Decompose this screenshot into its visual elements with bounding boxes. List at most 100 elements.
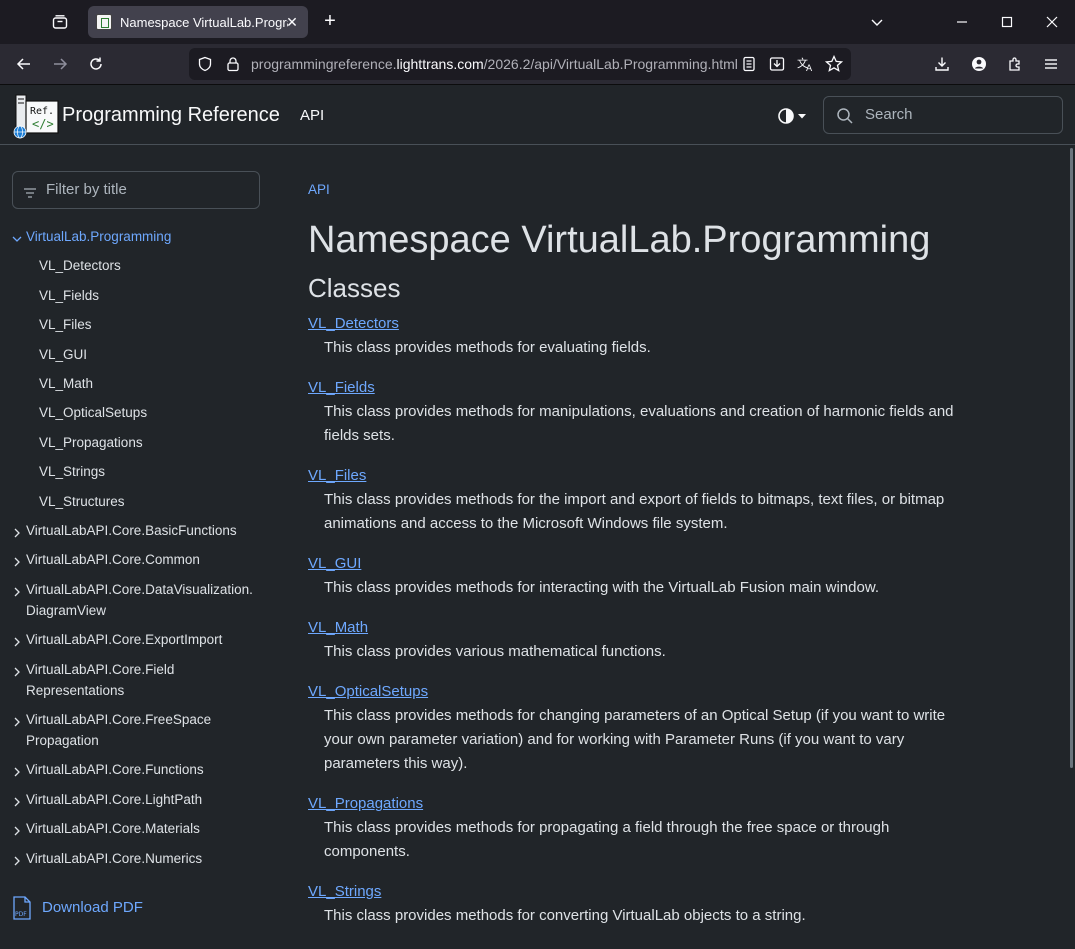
favicon-icon [96,14,112,30]
toc-child-item[interactable]: VL_GUI [39,344,87,365]
minimize-icon[interactable] [950,10,974,34]
class-description: This class provides methods for changing… [324,707,946,772]
download-pdf-link[interactable]: PDF Download PDF [12,896,143,920]
chevron-right-icon[interactable] [12,664,22,677]
toc-item-virtuallab-programming[interactable]: VirtualLab.Programming [26,226,171,247]
svg-text:</>: </> [32,117,54,131]
toc-namespace-item-cont[interactable]: DiagramView [26,600,106,621]
close-tab-icon[interactable]: ✕ [284,14,300,30]
chevron-right-icon[interactable] [12,554,22,567]
filter-input[interactable]: Filter by title [12,171,260,209]
class-link-vl-opticalsetups[interactable]: VL_OpticalSetups [308,683,428,700]
toc-child-item[interactable]: VL_Fields [39,285,99,306]
shield-icon[interactable] [197,56,213,77]
svg-text:PDF: PDF [15,911,27,918]
chevron-right-icon[interactable] [12,714,22,727]
toc-namespace-item[interactable]: VirtualLabAPI.Core.LightPath [26,789,202,810]
close-window-icon[interactable] [1040,10,1064,34]
class-link-vl-propagations[interactable]: VL_Propagations [308,795,423,812]
browser-nav-bar: programmingreference.lighttrans.com/2026… [0,44,1075,85]
toc-child-item[interactable]: VL_Detectors [39,255,121,276]
save-page-icon[interactable] [769,56,785,77]
extensions-icon[interactable] [1003,52,1027,76]
class-description: This class provides methods for interact… [324,579,879,596]
toc-child-item[interactable]: VL_Strings [39,461,105,482]
translate-icon[interactable]: 文A [797,56,815,77]
reader-view-icon[interactable] [741,56,757,77]
chevron-right-icon[interactable] [12,584,22,597]
toc-child-item[interactable]: VL_Files [39,314,92,335]
sidebar-toc: Filter by title VirtualLab.Programming V… [0,146,280,949]
downloads-icon[interactable] [930,52,954,76]
class-description: This class provides methods for converti… [324,907,806,924]
class-link-vl-files[interactable]: VL_Files [308,467,366,484]
toc-namespace-item-cont[interactable]: Representations [26,680,124,701]
download-pdf-label[interactable]: Download PDF [42,899,143,916]
class-description: This class provides methods for the impo… [324,491,945,532]
toc-namespace-item[interactable]: VirtualLabAPI.Core.Common [26,549,200,570]
class-link-vl-gui[interactable]: VL_GUI [308,555,361,572]
site-logo[interactable]: Ref. </> [12,91,60,139]
menu-icon[interactable] [1039,52,1063,76]
forward-arrow-icon[interactable] [48,52,72,76]
toc-namespace-item[interactable]: VirtualLabAPI.Core.Field [26,659,174,680]
chevron-right-icon[interactable] [12,634,22,647]
toc-namespace-item[interactable]: VirtualLabAPI.Core.Materials [26,818,200,839]
tab-title: Namespace VirtualLab.Programming [120,14,288,30]
filter-placeholder: Filter by title [46,181,127,198]
filter-icon [24,185,36,203]
url-bar[interactable]: programmingreference.lighttrans.com/2026… [189,48,851,80]
chevron-right-icon[interactable] [12,525,22,538]
toc-namespace-item[interactable]: VirtualLabAPI.Core.Numerics [26,848,202,869]
breadcrumb-api[interactable]: API [308,182,330,197]
bookmark-star-icon[interactable] [824,54,844,78]
nav-link-api[interactable]: API [300,107,324,124]
svg-text:A: A [806,64,813,72]
maximize-icon[interactable] [995,10,1019,34]
chevron-right-icon[interactable] [12,823,22,836]
lock-icon[interactable] [225,56,241,77]
section-heading-classes: Classes [308,273,401,303]
toc-child-item[interactable]: VL_OpticalSetups [39,402,147,423]
class-link-vl-math[interactable]: VL_Math [308,619,368,636]
back-arrow-icon[interactable] [12,52,36,76]
toc-child-item[interactable]: VL_Structures [39,491,125,512]
toc-namespace-item[interactable]: VirtualLabAPI.Core.FreeSpace [26,709,211,730]
half-circle-icon [778,108,794,124]
reload-icon[interactable] [84,52,108,76]
url-text[interactable]: programmingreference.lighttrans.com/2026… [251,56,738,72]
search-icon [836,107,854,130]
account-icon[interactable] [967,52,991,76]
class-description: This class provides methods for manipula… [324,403,954,444]
class-link-vl-detectors[interactable]: VL_Detectors [308,315,399,332]
chevron-down-icon[interactable] [12,231,22,242]
class-description: This class provides various mathematical… [324,643,666,660]
chevron-right-icon[interactable] [12,764,22,777]
browser-tab-active[interactable]: Namespace VirtualLab.Programming ✕ [88,6,308,38]
chevron-right-icon[interactable] [12,853,22,866]
site-title[interactable]: Programming Reference [62,104,280,127]
search-input[interactable]: Search [823,96,1063,134]
pdf-file-icon: PDF [13,896,31,920]
chevron-right-icon[interactable] [12,794,22,807]
toc-child-item[interactable]: VL_Propagations [39,432,143,453]
toc-namespace-item[interactable]: VirtualLabAPI.Core.ExportImport [26,629,222,650]
tab-overview-icon[interactable] [48,10,72,34]
caret-down-icon [798,114,806,119]
chevron-down-icon[interactable] [865,10,889,34]
toc-namespace-item-cont[interactable]: Propagation [26,730,99,751]
new-tab-icon[interactable]: + [318,10,342,34]
page-scrollbar[interactable] [1070,148,1073,768]
toc-namespace-item[interactable]: VirtualLabAPI.Core.BasicFunctions [26,520,237,541]
site-header: Ref. </> Programming Reference API Searc… [0,85,1075,145]
page-title: Namespace VirtualLab.Programming [308,219,931,261]
class-description: This class provides methods for evaluati… [324,339,651,356]
class-link-vl-fields[interactable]: VL_Fields [308,379,375,396]
toc-child-item[interactable]: VL_Math [39,373,93,394]
class-link-vl-strings[interactable]: VL_Strings [308,883,381,900]
svg-text:Ref.: Ref. [30,106,54,117]
toc-namespace-item[interactable]: VirtualLabAPI.Core.DataVisualization. [26,579,253,600]
search-placeholder: Search [865,106,913,123]
toc-namespace-item[interactable]: VirtualLabAPI.Core.Functions [26,759,204,780]
theme-toggle-button[interactable] [777,105,813,127]
